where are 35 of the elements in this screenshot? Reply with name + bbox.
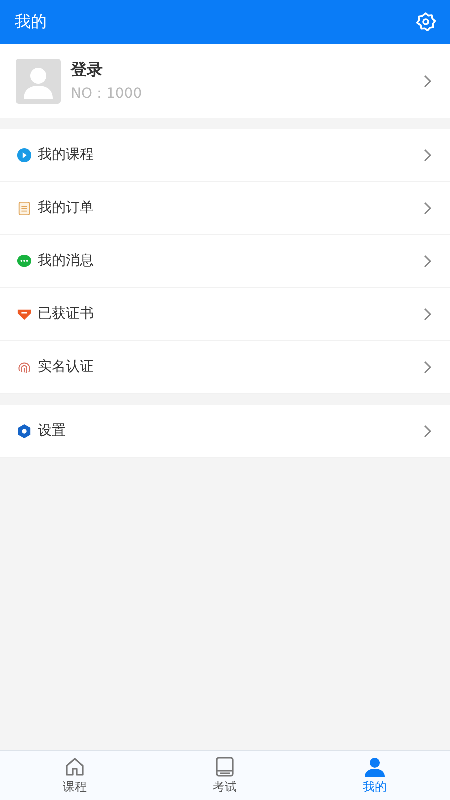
menu-label: 我的课程: [38, 146, 95, 164]
gear-icon: [17, 424, 32, 438]
login-label: 登录: [71, 60, 104, 80]
nav-tab[interactable]: 考试: [150, 751, 300, 800]
menu-item[interactable]: 设置: [0, 405, 450, 458]
person-icon: [364, 756, 386, 778]
clipboard-icon: [17, 200, 32, 216]
chevron-right-icon: [424, 202, 432, 214]
chevron-right-icon: [424, 148, 432, 162]
book-icon: [214, 756, 236, 778]
menu-item[interactable]: 我的课程: [0, 129, 450, 182]
menu-item[interactable]: 已获证书: [0, 288, 450, 341]
avatar-icon: [16, 58, 61, 104]
chevron-right-icon: [424, 74, 432, 88]
nav-tab[interactable]: 我的: [300, 751, 450, 800]
profile-card[interactable]: 登录 NO：1000: [0, 44, 450, 118]
chevron-right-icon: [424, 254, 432, 268]
menu-label: 设置: [38, 422, 67, 440]
chevron-right-icon: [424, 424, 432, 438]
menu-label: 我的订单: [38, 199, 95, 217]
play-icon: [17, 148, 32, 162]
chevron-right-icon: [424, 308, 432, 320]
page-title: 我的: [15, 12, 47, 32]
nav-tab[interactable]: 课程: [0, 751, 150, 800]
menu-label: 我的消息: [38, 252, 95, 270]
chevron-right-icon: [424, 360, 432, 374]
chat-icon: [17, 254, 32, 268]
menu-label: 实名认证: [38, 358, 95, 376]
menu-item[interactable]: 我的消息: [0, 235, 450, 288]
menu-label: 已获证书: [38, 305, 95, 323]
user-number: NO：1000: [71, 84, 144, 102]
home-icon: [64, 756, 86, 778]
menu-item[interactable]: 实名认证: [0, 341, 450, 394]
menu-item[interactable]: 我的订单: [0, 182, 450, 235]
settings-button[interactable]: [416, 12, 436, 32]
